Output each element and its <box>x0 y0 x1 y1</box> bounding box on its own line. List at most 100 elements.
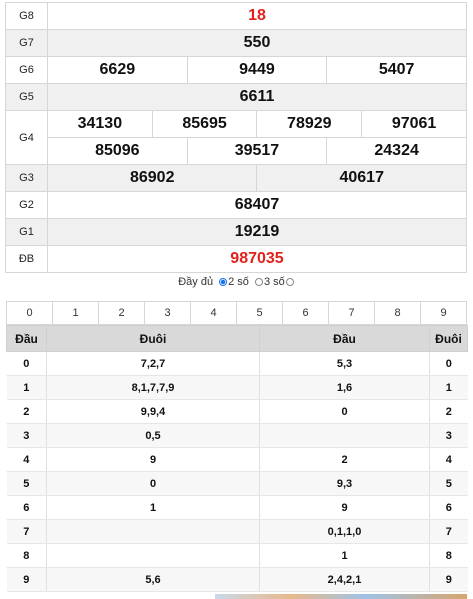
loto-row: 4924 <box>6 447 468 472</box>
prize-row-g4-a: G4 34130 85695 78929 97061 <box>5 110 467 165</box>
prize-number: 550 <box>47 29 467 57</box>
row-head-digit: 7 <box>6 519 47 544</box>
digit-button-2[interactable]: 2 <box>98 301 145 325</box>
radio-selected-icon[interactable] <box>219 278 228 286</box>
prize-row-g7: G7 550 <box>5 29 467 57</box>
digit-button-0[interactable]: 0 <box>6 301 53 325</box>
row-tail-digit: 0 <box>429 351 468 376</box>
row-tail-list <box>46 519 260 544</box>
prize-row-db: ĐB 987035 <box>5 245 467 273</box>
loto-row: 5 0 9,3 5 <box>6 471 468 496</box>
loto-row: 7 0,1,1,0 7 <box>6 519 468 544</box>
prize-number: 86902 <box>46 164 258 192</box>
row-tail-list: 7,2,7 <box>46 351 260 376</box>
row-tail-digit: 6 <box>429 495 468 520</box>
loto-header-row: Đầu Đuôi Đầu Đuôi <box>6 325 468 352</box>
row-tail-list: 9 <box>46 447 260 472</box>
row-tail-digit: 4 <box>429 447 468 472</box>
head-column-header: Đầu <box>6 325 47 352</box>
radio-icon[interactable] <box>254 278 263 286</box>
display-filter: Đầy đủ 2 số 3 số <box>0 276 473 288</box>
filter-2-digits-label: 2 số <box>228 276 249 288</box>
prize-row-g2: G2 68407 <box>5 191 467 219</box>
row-tail-digit: 7 <box>429 519 468 544</box>
digit-button-7[interactable]: 7 <box>328 301 375 325</box>
results-table: G8 18 G7 550 G6 6629 9449 5407 G5 6611 G… <box>5 2 467 273</box>
prize-label: G6 <box>5 56 48 84</box>
prize-label: G2 <box>5 191 48 219</box>
row-head-digit: 8 <box>6 543 47 568</box>
loto-row: 6196 <box>6 495 468 520</box>
prize-label: G8 <box>5 2 48 30</box>
prize-number: 34130 <box>47 110 153 138</box>
loto-row: 1 8,1,7,7,9 1,6 1 <box>6 375 468 400</box>
digit-button-9[interactable]: 9 <box>420 301 467 325</box>
row-head-list: 0,1,1,0 <box>259 519 430 544</box>
loto-row: 9 5,6 2,4,2,1 9 <box>6 567 468 592</box>
row-head-digit: 3 <box>6 423 47 448</box>
loto-row: 0 7,2,7 5,3 0 <box>6 351 468 376</box>
prize-number: 40617 <box>256 164 467 192</box>
row-head-digit: 9 <box>6 567 47 592</box>
row-tail-digit: 2 <box>429 399 468 424</box>
row-head-list: 2 <box>259 447 430 472</box>
row-head-list: 9 <box>259 495 430 520</box>
prize-number: 68407 <box>47 191 467 219</box>
loto-row: 2 9,9,4 0 2 <box>6 399 468 424</box>
prize-row-g3: G3 86902 40617 <box>5 164 467 192</box>
digit-button-3[interactable]: 3 <box>144 301 191 325</box>
prize-number: 78929 <box>256 110 363 138</box>
filter-3-digits-label: 3 số <box>263 276 285 288</box>
prize-number: 19219 <box>47 218 467 246</box>
prize-number: 39517 <box>186 137 328 165</box>
row-head-digit: 4 <box>6 447 47 472</box>
row-tail-list: 1 <box>46 495 260 520</box>
digit-button-6[interactable]: 6 <box>282 301 329 325</box>
prize-row-g4-b: 85096 39517 24324 <box>6 137 467 165</box>
row-tail-list: 5,6 <box>46 567 260 592</box>
prize-row-g5: G5 6611 <box>5 83 467 111</box>
prize-number: 24324 <box>326 137 467 165</box>
digit-selector: 0 1 2 3 4 5 6 7 8 9 <box>6 301 467 325</box>
prize-row-g8: G8 18 <box>5 2 467 30</box>
row-tail-digit: 1 <box>429 375 468 400</box>
special-prize-number: 987035 <box>47 245 467 273</box>
row-tail-digit: 8 <box>429 543 468 568</box>
row-tail-list: 8,1,7,7,9 <box>46 375 260 400</box>
row-tail-digit: 9 <box>429 567 468 592</box>
row-tail-list: 0 <box>46 471 260 496</box>
prize-label: G7 <box>5 29 48 57</box>
head-column-header: Đầu <box>259 325 430 352</box>
radio-icon[interactable] <box>285 278 294 286</box>
row-head-list: 5,3 <box>259 351 430 376</box>
prize-label: G4 <box>5 110 48 165</box>
banner-strip <box>215 594 467 599</box>
prize-label: G1 <box>5 218 48 246</box>
loto-row: 818 <box>6 543 468 568</box>
prize-number: 6629 <box>47 56 188 84</box>
row-head-list <box>259 423 430 448</box>
filter-3-digits-option[interactable]: 3 số <box>254 276 295 288</box>
prize-label: G5 <box>5 83 48 111</box>
row-head-list: 0 <box>259 399 430 424</box>
row-head-list: 1,6 <box>259 375 430 400</box>
prize-number: 97061 <box>361 110 467 138</box>
row-head-digit: 1 <box>6 375 47 400</box>
tail-column-header: Đuôi <box>46 325 260 352</box>
digit-button-4[interactable]: 4 <box>190 301 237 325</box>
digit-button-1[interactable]: 1 <box>52 301 99 325</box>
row-head-list: 1 <box>259 543 430 568</box>
digit-button-5[interactable]: 5 <box>236 301 283 325</box>
prize-number: 85096 <box>47 137 188 165</box>
filter-full-label: Đầy đủ <box>178 276 214 288</box>
loto-table: Đầu Đuôi Đầu Đuôi 0 7,2,7 5,3 0 1 8,1,7,7,9 1,… <box>6 325 468 592</box>
row-tail-list: 0,5 <box>46 423 260 448</box>
filter-2-digits-option[interactable]: 2 số <box>218 276 249 288</box>
prize-label: ĐB <box>5 245 48 273</box>
row-head-digit: 5 <box>6 471 47 496</box>
prize-number: 18 <box>47 2 467 30</box>
filter-full-option[interactable]: Đầy đủ <box>178 276 213 288</box>
row-tail-list: 9,9,4 <box>46 399 260 424</box>
row-head-list: 2,4,2,1 <box>259 567 430 592</box>
digit-button-8[interactable]: 8 <box>374 301 421 325</box>
